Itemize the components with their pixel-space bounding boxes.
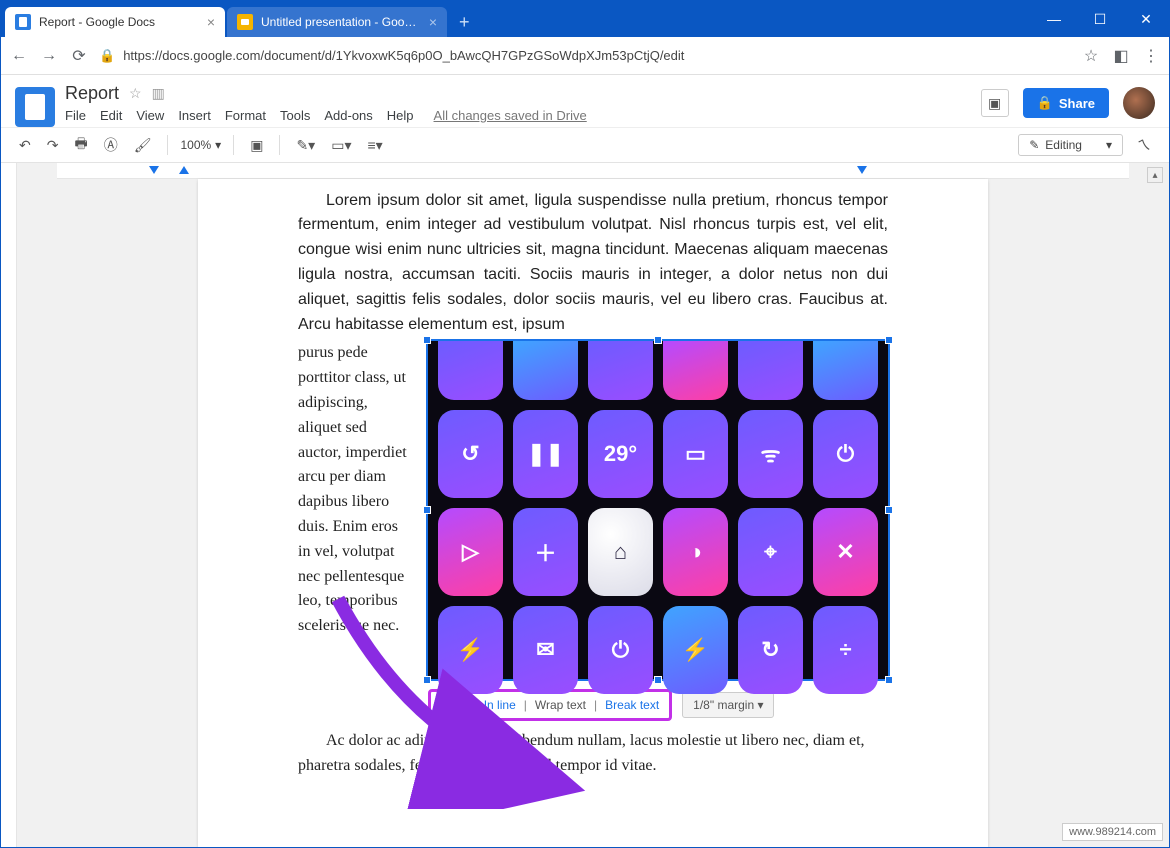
selected-image[interactable]: ↺ ❚❚ 29° ▭ ᯤ ⏻ ▷ ＋ — [428, 341, 888, 679]
star-document-icon[interactable]: ☆ — [129, 85, 142, 102]
margin-dropdown[interactable]: 1/8" margin ▾ — [682, 692, 774, 718]
undo-button[interactable]: ↶ — [15, 135, 35, 156]
horizontal-ruler[interactable] — [57, 163, 1129, 179]
menu-file[interactable]: File — [65, 108, 86, 123]
border-dash-button[interactable]: ≡▾ — [363, 135, 386, 156]
move-folder-icon[interactable]: ▥ — [152, 85, 165, 102]
lock-icon: 🔒 — [99, 48, 115, 64]
border-color-button[interactable]: ✎▾ — [292, 135, 319, 156]
comments-button[interactable]: ▣ — [981, 89, 1009, 117]
new-tab-button[interactable]: + — [449, 7, 480, 37]
image-wrap-options: Edit ▾ In line | Wrap text | Break text — [428, 689, 672, 721]
share-button[interactable]: 🔒 Share — [1023, 88, 1109, 118]
vertical-ruler[interactable] — [1, 163, 17, 847]
edit-image-link[interactable]: Edit — [441, 698, 462, 712]
editing-label: Editing — [1045, 138, 1082, 152]
browser-tab-strip: Report - Google Docs × Untitled presenta… — [1, 1, 1169, 37]
print-button[interactable]: 🖶 — [70, 131, 91, 159]
account-avatar[interactable] — [1123, 87, 1155, 119]
close-tab-icon[interactable]: × — [429, 14, 437, 30]
menu-help[interactable]: Help — [387, 108, 414, 123]
crop-image-button[interactable]: ▣ — [246, 135, 267, 156]
forward-button[interactable]: → — [39, 47, 59, 65]
watermark: www.989214.com — [1062, 823, 1163, 841]
tab-title: Report - Google Docs — [39, 15, 201, 29]
document-canvas: ▴ Lorem ipsum dolor sit amet, ligula sus… — [1, 163, 1169, 847]
document-title[interactable]: Report — [65, 83, 119, 104]
body-paragraph[interactable]: Lorem ipsum dolor sit amet, ligula suspe… — [298, 189, 888, 338]
body-paragraph[interactable]: Ac dolor ac adipiscing amet bibendum nul… — [298, 729, 888, 779]
paint-format-button[interactable]: 🖌 — [130, 135, 156, 156]
menu-edit[interactable]: Edit — [100, 108, 122, 123]
docs-toolbar: ↶ ↷ 🖶 Ⓐ 🖌 100% ▾ ▣ ✎▾ ▭▾ ≡▾ ✎ Editing ▾ … — [1, 127, 1169, 163]
slides-favicon — [237, 14, 253, 30]
docs-header: Report ☆ ▥ File Edit View Insert Format … — [1, 75, 1169, 127]
redo-button[interactable]: ↷ — [43, 135, 63, 156]
extension-icon[interactable]: ◧ — [1111, 46, 1131, 66]
docs-favicon — [15, 14, 31, 30]
separator — [167, 135, 168, 155]
menu-tools[interactable]: Tools — [280, 108, 310, 123]
menu-addons[interactable]: Add-ons — [324, 108, 372, 123]
separator — [279, 135, 280, 155]
document-page[interactable]: Lorem ipsum dolor sit amet, ligula suspe… — [198, 179, 988, 847]
menu-format[interactable]: Format — [225, 108, 266, 123]
window-maximize-button[interactable]: ☐ — [1077, 1, 1123, 37]
break-text-option[interactable]: Break text — [605, 698, 659, 712]
window-close-button[interactable]: ✕ — [1123, 1, 1169, 37]
image-content: ↺ ❚❚ 29° ▭ ᯤ ⏻ ▷ ＋ — [428, 341, 888, 679]
wrapped-text-left[interactable]: purus pede porttitor class, ut adipiscin… — [298, 341, 414, 639]
separator — [233, 135, 234, 155]
scroll-up-button[interactable]: ▴ — [1147, 167, 1163, 183]
caret-icon: ▾ — [1106, 138, 1112, 152]
browser-tab-inactive[interactable]: Untitled presentation - Google S × — [227, 7, 447, 37]
share-lock-icon: 🔒 — [1037, 95, 1053, 111]
collapse-toolbar-button[interactable]: ㄟ — [1133, 133, 1155, 157]
url-text: https://docs.google.com/document/d/1Ykvo… — [123, 48, 684, 63]
save-status[interactable]: All changes saved in Drive — [434, 108, 587, 123]
close-tab-icon[interactable]: × — [207, 14, 215, 30]
reload-button[interactable]: ⟳ — [69, 46, 89, 66]
border-weight-button[interactable]: ▭▾ — [327, 135, 355, 156]
menu-bar: File Edit View Insert Format Tools Add-o… — [65, 108, 971, 123]
share-label: Share — [1059, 96, 1095, 111]
browser-toolbar: ← → ⟳ 🔒 https://docs.google.com/document… — [1, 37, 1169, 75]
browser-tab-active[interactable]: Report - Google Docs × — [5, 7, 225, 37]
edit-caret[interactable]: ▾ — [470, 698, 476, 712]
inline-option[interactable]: In line — [484, 698, 516, 712]
wrap-text-option[interactable]: Wrap text — [535, 698, 586, 712]
back-button[interactable]: ← — [9, 47, 29, 65]
bookmark-star-icon[interactable]: ☆ — [1081, 46, 1101, 66]
docs-logo-icon[interactable] — [15, 87, 55, 127]
tab-title: Untitled presentation - Google S — [261, 15, 423, 29]
editing-mode-dropdown[interactable]: ✎ Editing ▾ — [1018, 134, 1123, 156]
address-bar[interactable]: 🔒 https://docs.google.com/document/d/1Yk… — [99, 48, 1071, 64]
menu-insert[interactable]: Insert — [178, 108, 211, 123]
browser-menu-icon[interactable]: ⋮ — [1141, 46, 1161, 66]
window-minimize-button[interactable]: — — [1031, 1, 1077, 37]
pencil-icon: ✎ — [1029, 138, 1039, 152]
menu-view[interactable]: View — [136, 108, 164, 123]
spellcheck-button[interactable]: Ⓐ — [100, 133, 122, 157]
image-context-toolbar: Edit ▾ In line | Wrap text | Break text … — [428, 689, 888, 721]
zoom-dropdown[interactable]: 100% ▾ — [180, 138, 221, 152]
